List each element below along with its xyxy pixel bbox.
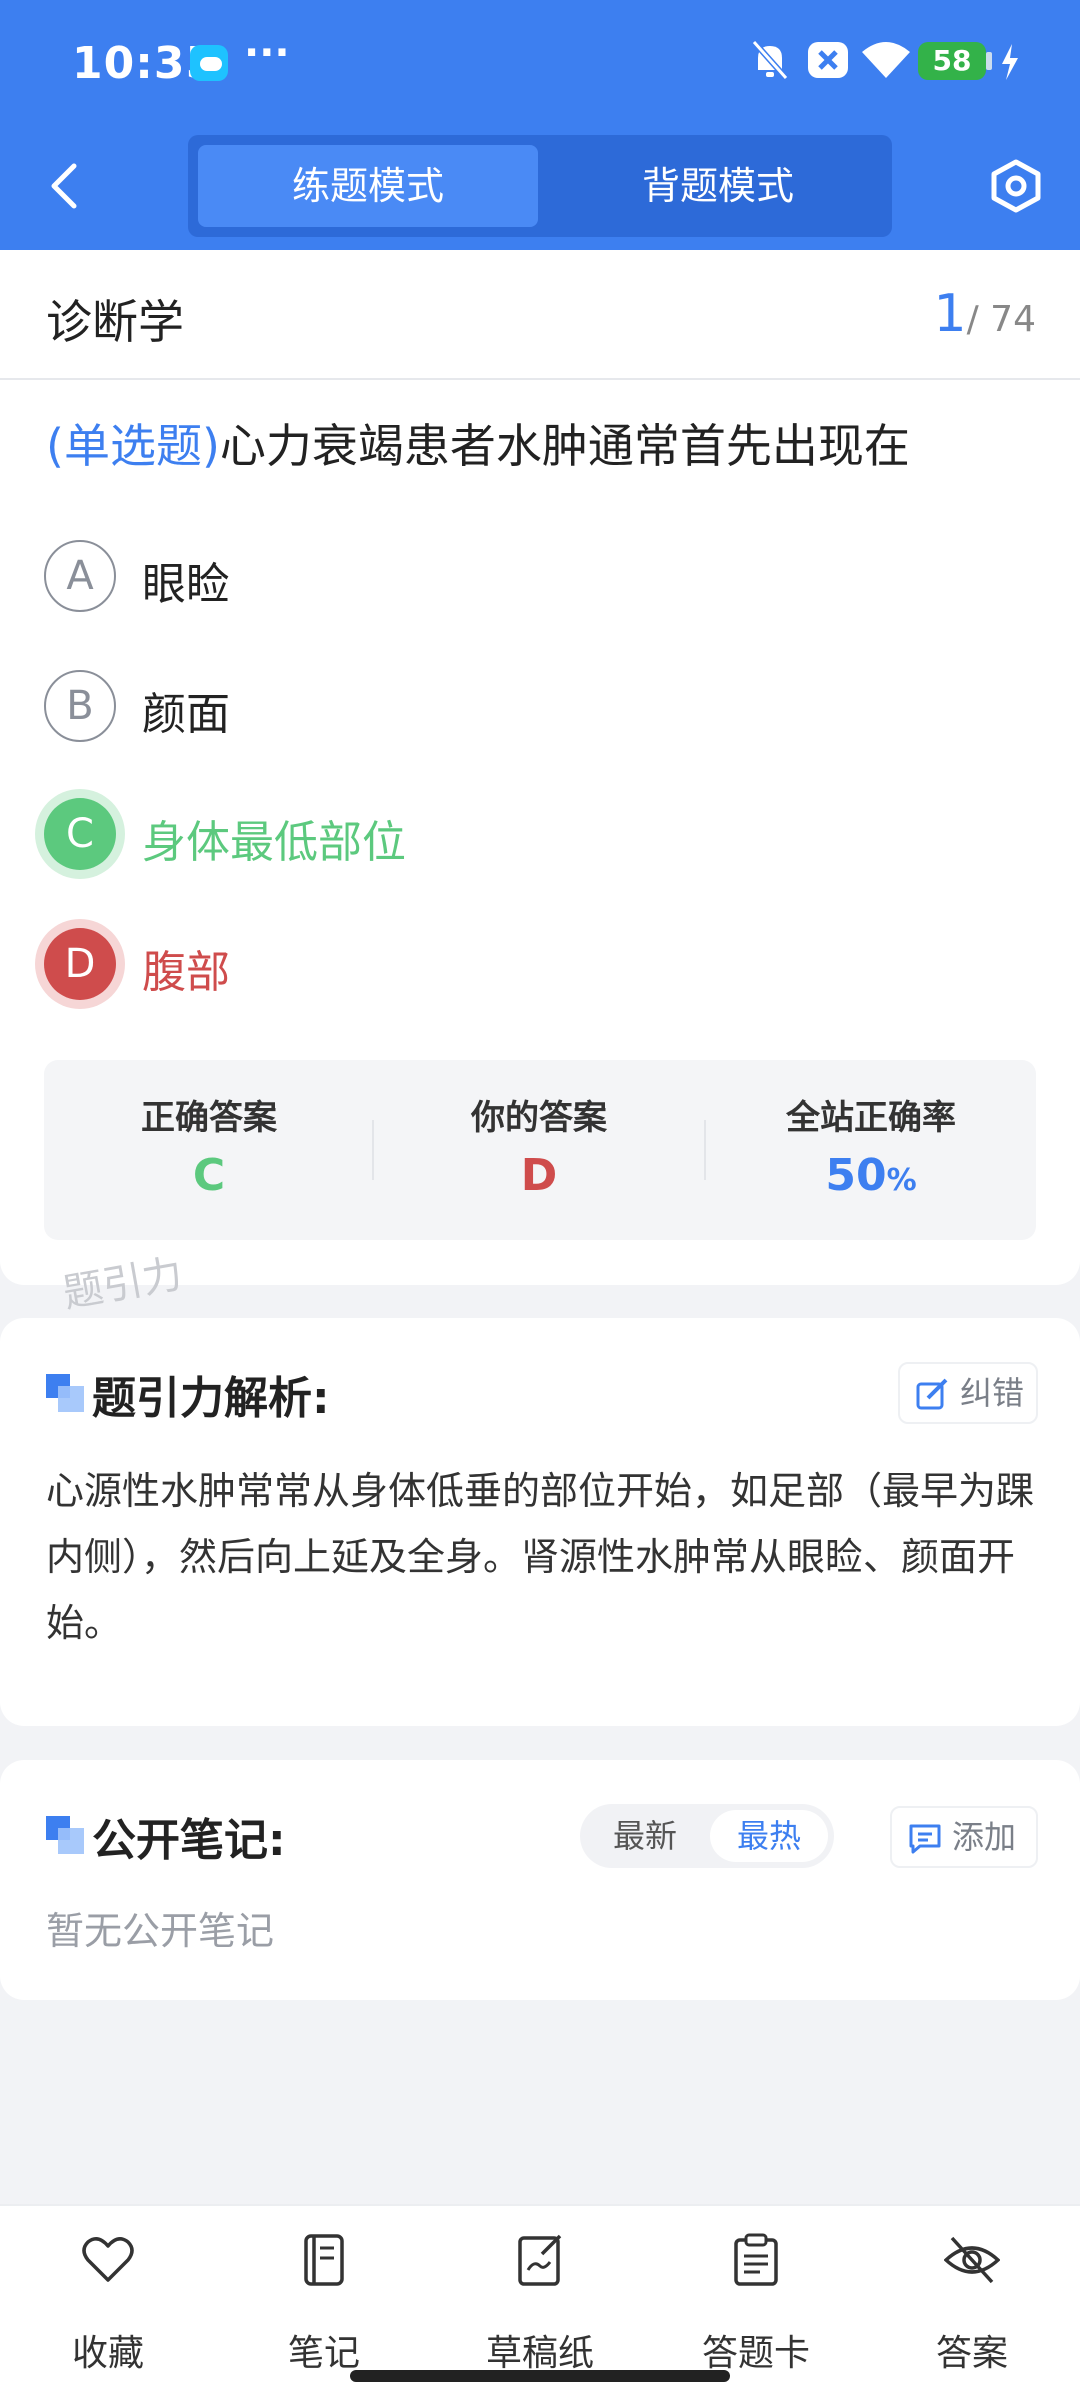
mute-bell-icon	[751, 40, 789, 80]
section-square-icon	[46, 1816, 84, 1854]
tab-practice-mode[interactable]: 练题模式	[198, 145, 538, 227]
eye-off-icon	[944, 2236, 1000, 2284]
tab-notes[interactable]: 笔记	[244, 2232, 404, 2374]
add-note-button[interactable]: 添加	[890, 1806, 1038, 1868]
tab-label: 草稿纸	[485, 2333, 594, 2374]
option-text: 颜面	[142, 689, 230, 740]
analysis-text: 心源性水肿常常从身体低垂的部位开始，如足部（最早为踝内侧），然后向上延及全身。肾…	[46, 1469, 1035, 1645]
option-letter: B	[44, 670, 116, 742]
mode-switch: 练题模式 背题模式	[188, 135, 892, 237]
back-button[interactable]	[40, 158, 90, 214]
question-stem: (单选题)心力衰竭患者水肿通常首先出现在	[46, 410, 910, 476]
heart-icon	[82, 2237, 134, 2282]
your-answer-label: 你的答案	[471, 1098, 607, 1138]
question-card: (单选题)心力衰竭患者水肿通常首先出现在 A 眼睑 B 颜面 C 身体最低部位 …	[0, 380, 1080, 1285]
option-text: 身体最低部位	[142, 817, 406, 868]
current-question-number: 1	[933, 284, 967, 344]
option-letter: A	[44, 540, 116, 612]
close-app-icon	[808, 42, 848, 78]
tab-label: 收藏	[71, 2333, 144, 2374]
chevron-left-icon	[51, 163, 77, 209]
option-c[interactable]: C 身体最低部位	[44, 798, 944, 878]
status-bar: 10:35 ··· 58	[0, 0, 1080, 125]
settings-button[interactable]	[990, 158, 1042, 214]
option-a[interactable]: A 眼睑	[44, 540, 944, 620]
more-notifications-icon: ···	[244, 30, 290, 76]
edit-icon	[916, 1378, 948, 1410]
correct-answer-label: 正确答案	[141, 1098, 277, 1138]
option-letter: C	[44, 798, 116, 870]
accuracy-value: 50%	[706, 1150, 1036, 1201]
add-note-label: 添加	[952, 1818, 1017, 1856]
your-answer-value: D	[520, 1150, 558, 1201]
hexagon-settings-icon	[991, 159, 1041, 213]
analysis-title: 题引力解析:	[92, 1373, 330, 1424]
option-d[interactable]: D 腹部	[44, 928, 944, 1008]
your-answer-col: 你的答案 D	[374, 1060, 704, 1240]
app-header: 10:35 ··· 58 练题模式 背题模式	[0, 0, 1080, 250]
question-text: 心力衰竭患者水肿通常首先出现在	[219, 419, 910, 473]
answer-summary: 正确答案 C 你的答案 D 全站正确率 50%	[44, 1060, 1036, 1240]
sort-latest[interactable]: 最新	[586, 1810, 704, 1862]
wifi-icon	[862, 42, 910, 78]
accuracy-label: 全站正确率	[786, 1098, 956, 1138]
total-questions: / 74	[966, 299, 1036, 340]
question-counter: 1/ 74	[934, 284, 1036, 344]
report-error-label: 纠错	[960, 1374, 1025, 1412]
notebook-icon	[304, 2234, 344, 2286]
option-text: 腹部	[142, 947, 230, 998]
correct-answer-col: 正确答案 C	[44, 1060, 374, 1240]
draft-icon	[518, 2234, 562, 2286]
tab-show-answer[interactable]: 答案	[892, 2232, 1052, 2374]
charging-icon	[1002, 44, 1018, 80]
subject-title: 诊断学	[46, 295, 184, 349]
accuracy-unit: %	[886, 1163, 917, 1198]
tab-label: 答案	[935, 2333, 1008, 2374]
question-type: (单选题)	[46, 419, 220, 473]
tab-label: 答题卡	[701, 2333, 810, 2374]
option-b[interactable]: B 颜面	[44, 670, 944, 750]
correct-answer-value: C	[192, 1150, 226, 1201]
battery-cap	[986, 52, 992, 70]
section-square-icon	[46, 1374, 84, 1412]
notes-sort-toggle: 最新 最热	[580, 1804, 834, 1868]
home-indicator[interactable]	[350, 2370, 730, 2382]
notes-card: 公开笔记: 最新 最热 添加 暂无公开笔记	[0, 1760, 1080, 2000]
weather-icon	[190, 45, 228, 81]
battery-level: 58	[918, 42, 986, 80]
report-error-button[interactable]: 纠错	[898, 1362, 1038, 1424]
option-text: 眼睑	[142, 559, 230, 610]
accuracy-col: 全站正确率 50%	[706, 1060, 1036, 1240]
tab-favorite[interactable]: 收藏	[28, 2232, 188, 2374]
status-icons: 58	[750, 38, 1080, 88]
comment-icon	[909, 1824, 941, 1854]
analysis-card: 题引力解析: 纠错 心源性水肿常常从身体低垂的部位开始，如足部（最早为踝内侧），…	[0, 1318, 1080, 1726]
accuracy-number: 50	[825, 1150, 887, 1201]
tab-label: 笔记	[287, 2333, 360, 2374]
option-letter: D	[44, 928, 116, 1000]
sort-hottest[interactable]: 最热	[710, 1810, 828, 1862]
tab-draft[interactable]: 草稿纸	[460, 2232, 620, 2374]
tab-answer-card[interactable]: 答题卡	[676, 2232, 836, 2374]
notes-title: 公开笔记:	[92, 1815, 286, 1866]
notes-empty-text: 暂无公开笔记	[46, 1909, 275, 1953]
clipboard-icon	[734, 2233, 778, 2286]
tab-memorize-mode[interactable]: 背题模式	[548, 145, 888, 227]
subject-bar: 诊断学 1/ 74	[0, 250, 1080, 380]
